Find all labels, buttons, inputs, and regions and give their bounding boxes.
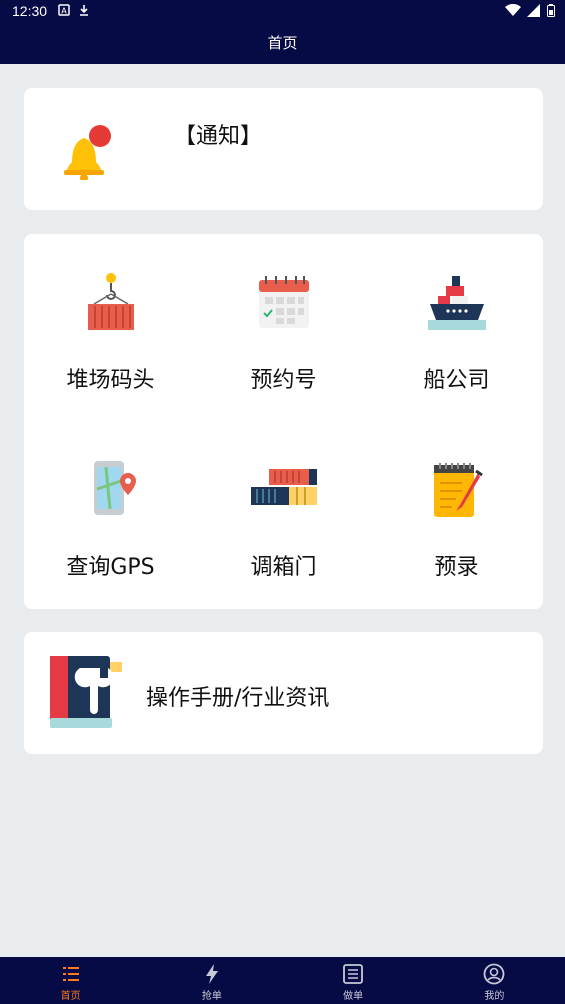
manual-card[interactable]: 操作手册/行业资讯	[24, 632, 543, 754]
tab-label: 我的	[484, 991, 505, 1002]
grid-item-label: 堆场码头	[66, 368, 155, 393]
notice-card[interactable]: 【通知】	[24, 88, 543, 210]
signal-icon	[527, 4, 540, 17]
download-icon	[80, 5, 88, 16]
function-grid: 堆场码头 预约号 船公司 查询GPS 调箱门 预录	[24, 234, 543, 609]
tab-grab-order[interactable]: 抢单	[141, 957, 282, 1004]
top-bar: 12:30 A 首页	[0, 0, 565, 64]
grid-item-label: 调箱门	[250, 555, 317, 580]
phone-map-pin-icon	[93, 461, 136, 515]
calendar-icon	[258, 276, 309, 328]
manual-label: 操作手册/行业资讯	[146, 686, 330, 711]
bell-notification-icon	[64, 125, 111, 180]
grid-item-shipping-company[interactable]: 船公司	[370, 234, 543, 414]
tab-mine[interactable]: 我的	[424, 957, 565, 1004]
page-title: 首页	[267, 34, 298, 52]
grid-item-container-door[interactable]: 调箱门	[197, 421, 370, 601]
grid-item-label: 预录	[434, 555, 479, 580]
tab-do-order[interactable]: 做单	[283, 957, 424, 1004]
grid-item-label: 查询GPS	[66, 555, 155, 580]
container-crane-icon	[87, 273, 134, 330]
grid-item-yard-terminal[interactable]: 堆场码头	[24, 234, 197, 414]
tab-label: 抢单	[201, 991, 222, 1002]
battery-icon	[547, 4, 555, 17]
wifi-icon	[505, 4, 521, 16]
grid-item-pre-record[interactable]: 预录	[370, 421, 543, 601]
document-list-icon	[343, 964, 364, 984]
svg-text:A: A	[61, 7, 67, 16]
notice-label: 【通知】	[174, 124, 263, 149]
tab-label: 首页	[60, 991, 81, 1002]
notepad-pen-icon	[433, 463, 483, 517]
status-bar: 12:30 A	[0, 0, 565, 24]
grid-item-label: 船公司	[423, 368, 490, 393]
ship-icon	[427, 276, 486, 330]
grid-item-gps[interactable]: 查询GPS	[24, 421, 197, 601]
containers-stack-icon	[250, 469, 317, 505]
list-icon	[62, 967, 79, 981]
lightning-icon	[205, 964, 218, 984]
status-time: 12:30	[12, 3, 48, 19]
tab-home[interactable]: 首页	[0, 957, 141, 1004]
notification-a-icon: A	[58, 4, 70, 16]
grid-item-appointment[interactable]: 预约号	[197, 234, 370, 414]
user-icon	[483, 963, 505, 985]
grid-item-label: 预约号	[250, 368, 317, 393]
bottom-tab-bar: 首页 抢单 做单 我的	[0, 957, 565, 1004]
manual-book-wrench-icon	[50, 656, 122, 728]
tab-label: 做单	[343, 991, 364, 1002]
